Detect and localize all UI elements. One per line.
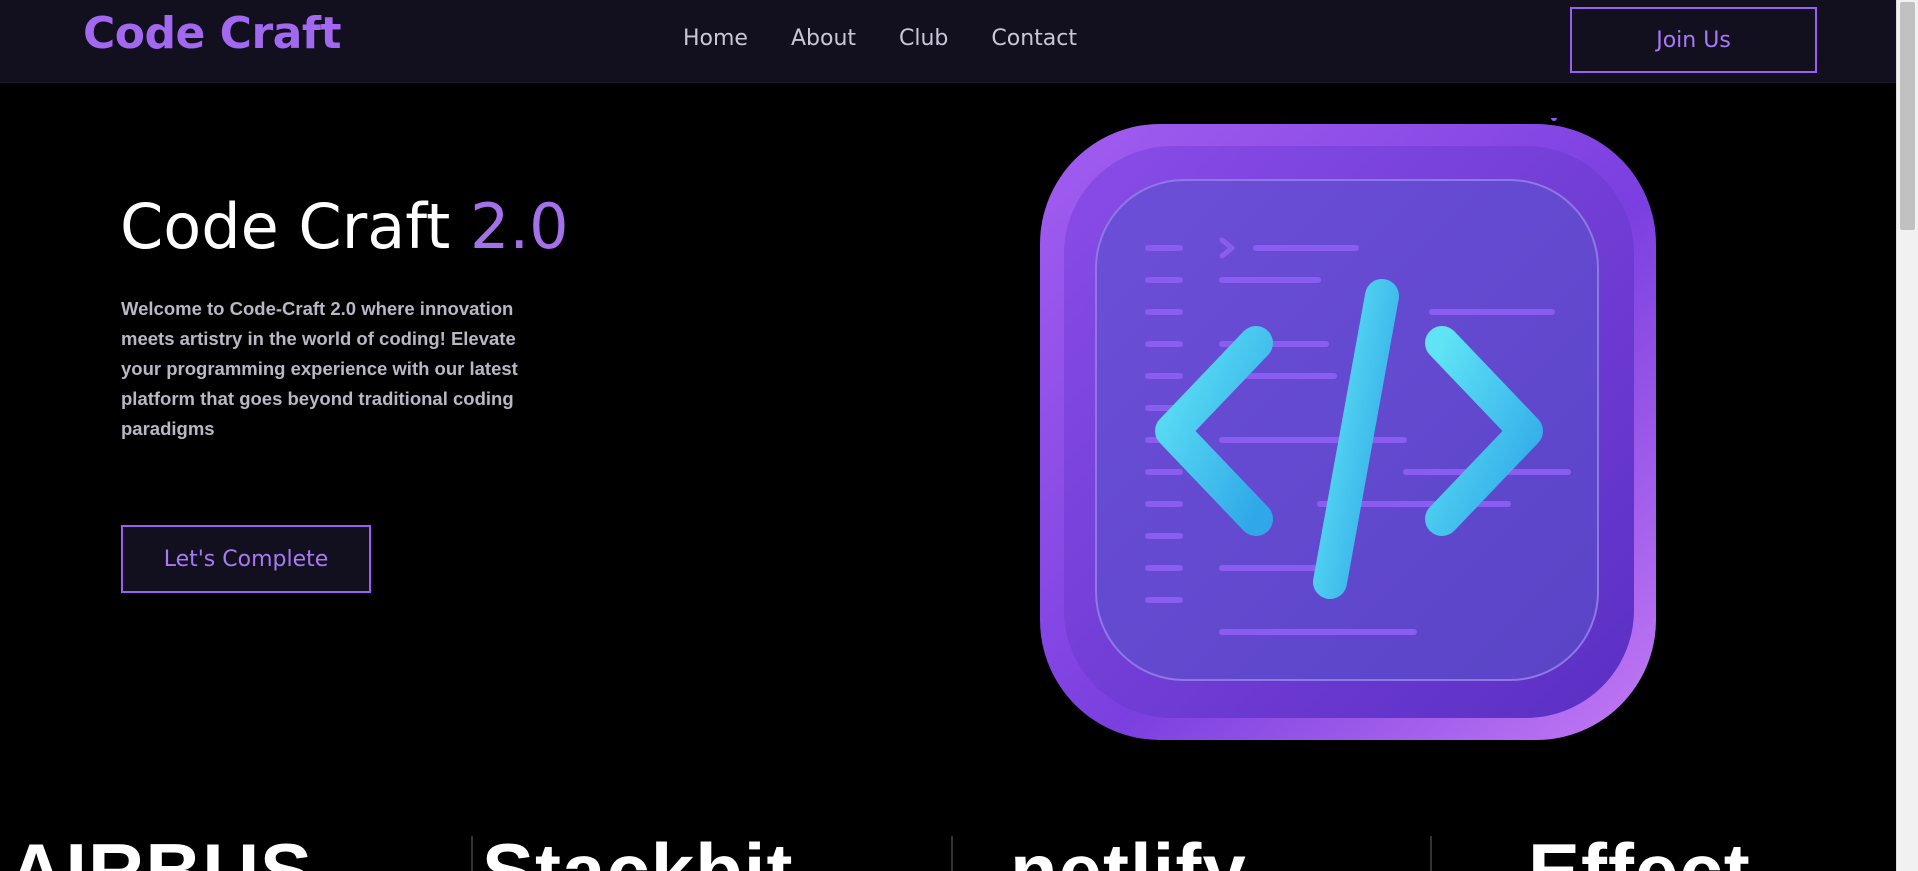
hero-description: Welcome to Code-Craft 2.0 where innovati… (121, 298, 518, 439)
hero-title-version: 2.0 (469, 190, 569, 263)
logo-airbus: AIRBUS (8, 827, 314, 871)
nav-link-about[interactable]: About (791, 26, 856, 51)
logo-netlify: netlify (1010, 827, 1247, 871)
nav-link-club[interactable]: Club (899, 26, 948, 51)
navbar: Code Craft Home About Club Contact Join … (0, 0, 1897, 83)
code-brackets-icon (1034, 115, 1662, 746)
scrollbar[interactable] (1896, 0, 1918, 871)
scrollbar-thumb[interactable] (1900, 2, 1915, 230)
nav-link-home[interactable]: Home (683, 26, 748, 51)
nav-link-contact[interactable]: Contact (991, 26, 1077, 51)
partner-logos: AIRBUS Stackbit netlify Effect (0, 820, 1897, 871)
join-us-button[interactable]: Join Us (1570, 7, 1817, 73)
logo-effect: Effect (1528, 827, 1751, 871)
logo-stackbit: Stackbit (482, 827, 794, 871)
nav-links: Home About Club Contact (683, 26, 1077, 51)
logo-divider (471, 836, 473, 871)
hero-title-main: Code Craft (120, 190, 451, 263)
lets-complete-button[interactable]: Let's Complete (121, 525, 371, 593)
logo-divider (1430, 836, 1432, 871)
hero-title: Code Craft 2.0 (120, 190, 569, 263)
logo-divider (951, 836, 953, 871)
brand-logo[interactable]: Code Craft (83, 8, 342, 59)
